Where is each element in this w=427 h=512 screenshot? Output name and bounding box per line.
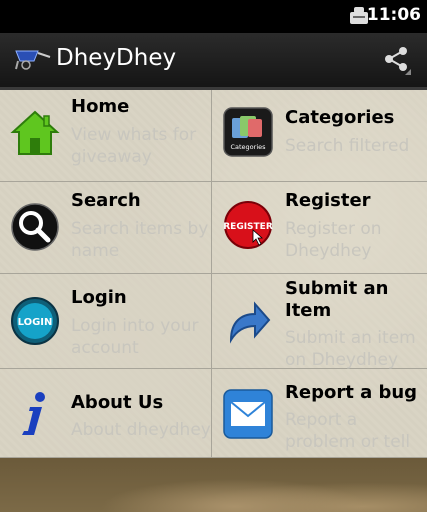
mail-icon [223, 389, 273, 439]
home-icon [10, 110, 60, 155]
menu-item-search[interactable]: Search Search items by name [0, 182, 212, 274]
menu-item-subtitle: Search filtered [285, 136, 410, 156]
info-icon [22, 392, 45, 435]
main-menu-grid: Home View whats for giveaway Categories … [0, 90, 427, 458]
search-icon [11, 203, 59, 251]
menu-item-subtitle: Report a problem or tell [285, 410, 411, 452]
menu-item-subtitle: Register on Dheydhey [285, 219, 382, 261]
login-icon: LOGIN [11, 297, 59, 345]
menu-item-title: Home [71, 96, 130, 117]
categories-icon-label: Categories [230, 143, 266, 151]
menu-item-home[interactable]: Home View whats for giveaway [0, 90, 212, 182]
menu-item-submit[interactable]: Submit an Item Submit an item on Dheydhe… [212, 274, 427, 370]
menu-item-subtitle: About dheydhey [71, 420, 211, 440]
wheelbarrow-icon [15, 50, 51, 70]
clock: 11:06 [366, 5, 421, 25]
menu-item-title: About Us [71, 392, 164, 413]
menu-item-register[interactable]: REGISTER Register Register on Dheydhey [212, 182, 427, 274]
menu-item-subtitle: View whats for giveaway [71, 125, 197, 167]
menu-item-subtitle: Submit an item on Dheydhey [285, 328, 416, 370]
menu-item-title: Search [71, 190, 141, 211]
status-bar: 11:06 [0, 0, 427, 33]
menu-item-subtitle: Login into your account [71, 316, 199, 358]
submit-arrow-icon [229, 301, 271, 344]
register-icon-label: REGISTER [223, 222, 273, 232]
menu-item-title: Register [285, 190, 371, 211]
menu-item-about[interactable]: About Us About dheydhey [0, 369, 212, 458]
action-bar: DheyDhey [0, 33, 427, 90]
login-icon-label: LOGIN [18, 317, 53, 328]
menu-item-subtitle: Search items by name [71, 219, 209, 261]
app-title: DheyDhey [56, 45, 177, 71]
menu-item-title: Login [71, 287, 127, 308]
menu-item-categories[interactable]: Categories Categories Search filtered [212, 90, 427, 182]
menu-item-title: Submit an Item [285, 278, 389, 321]
share-icon[interactable] [381, 44, 411, 76]
background-footer [0, 458, 427, 512]
menu-item-title: Report a bug [285, 382, 418, 403]
menu-item-login[interactable]: LOGIN Login Login into your account [0, 274, 212, 369]
categories-icon: Categories [223, 107, 273, 157]
menu-item-report-bug[interactable]: Report a bug Report a problem or tell [212, 369, 427, 458]
register-icon: REGISTER [223, 201, 273, 249]
menu-item-title: Categories [285, 107, 395, 128]
